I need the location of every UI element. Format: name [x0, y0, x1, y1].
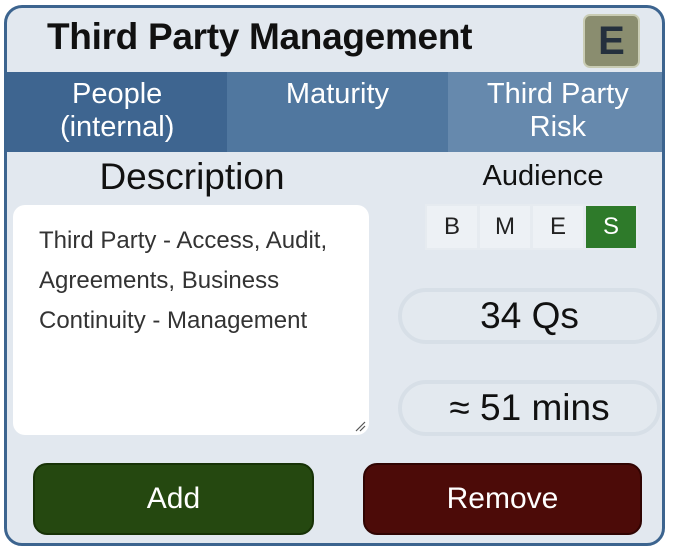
- category-tabs: People (internal) Maturity Third Party R…: [7, 72, 662, 152]
- tab-people-internal[interactable]: People (internal): [7, 72, 228, 152]
- level-badge: E: [583, 14, 640, 68]
- resize-grip-icon[interactable]: [354, 420, 366, 432]
- tab-label: Third Party Risk: [486, 78, 629, 143]
- description-text: Third Party - Access, Audit, Agreements,…: [39, 227, 328, 334]
- tab-label: People (internal): [59, 78, 175, 143]
- third-party-management-card: Third Party Management E People (interna…: [4, 5, 665, 546]
- audience-option-m[interactable]: M: [480, 206, 530, 248]
- tab-label: Maturity: [285, 78, 390, 110]
- audience-label: Audience: [482, 160, 604, 192]
- description-textarea[interactable]: Third Party - Access, Audit, Agreements,…: [13, 205, 369, 435]
- tab-maturity[interactable]: Maturity: [227, 72, 448, 152]
- description-label: Description: [99, 156, 285, 197]
- audience-option-s[interactable]: S: [586, 206, 636, 248]
- remove-button[interactable]: Remove: [363, 463, 642, 535]
- audience-selector: B M E S: [425, 204, 638, 250]
- question-count: 34 Qs: [398, 288, 661, 344]
- add-button[interactable]: Add: [33, 463, 314, 535]
- audience-option-b[interactable]: B: [427, 206, 477, 248]
- estimated-duration: ≈ 51 mins: [398, 380, 661, 436]
- card-title: Third Party Management: [47, 16, 473, 57]
- tab-third-party-risk[interactable]: Third Party Risk: [447, 72, 662, 152]
- audience-option-e[interactable]: E: [533, 206, 583, 248]
